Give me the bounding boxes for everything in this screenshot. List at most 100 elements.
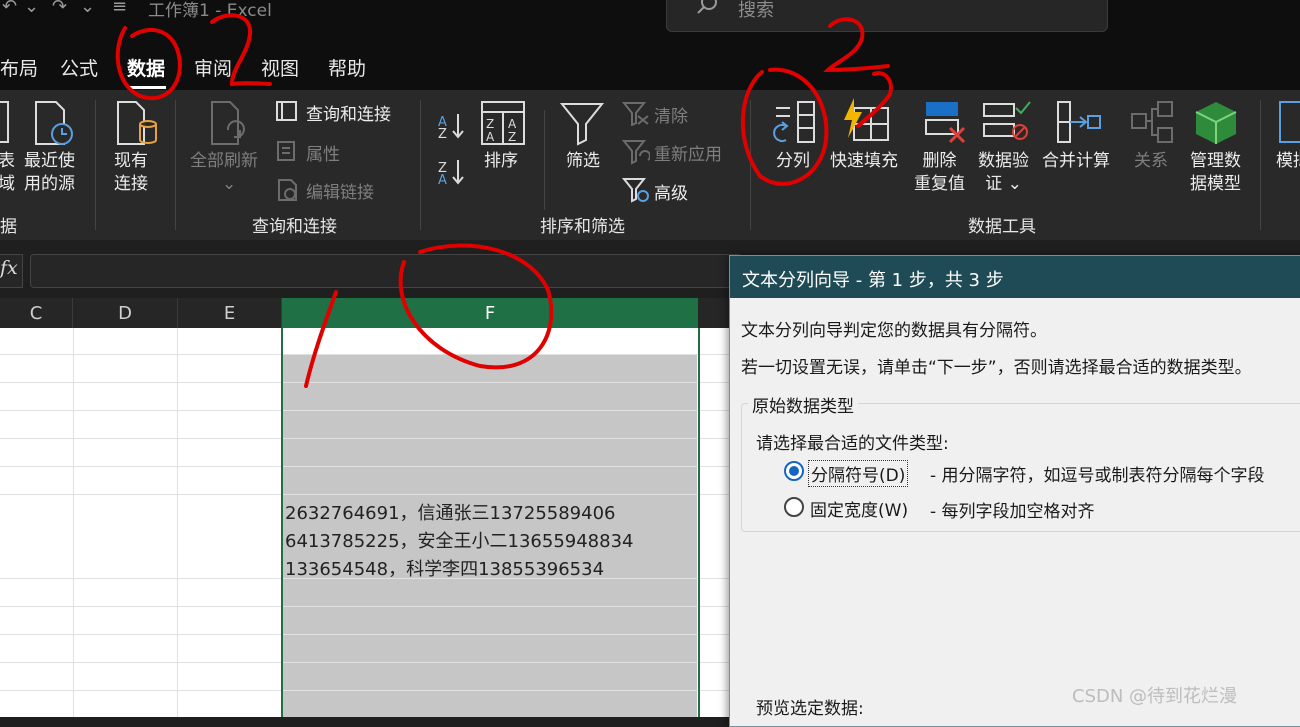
column-header-d[interactable]: D: [73, 298, 178, 328]
refresh-all-icon: [211, 101, 245, 145]
reapply-icon: [622, 140, 650, 165]
document-title: 工作簿1 - Excel: [148, 1, 272, 21]
flash-fill-icon: [844, 98, 889, 141]
redo-icon[interactable]: ↷: [52, 0, 67, 17]
wizard-detected-text: 文本分列向导判定您的数据具有分隔符。: [741, 321, 1047, 341]
group-separator: [544, 110, 545, 210]
search-icon: [697, 0, 717, 14]
cell-f-line-1[interactable]: 2632764691，信通张三13725589406: [285, 499, 616, 525]
advanced-button[interactable]: 高级: [654, 179, 688, 204]
delimited-option-label[interactable]: 分隔符号(D): [808, 460, 909, 487]
from-table-button[interactable]: 表 域: [0, 150, 15, 196]
manage-data-model-icon: [1195, 102, 1237, 144]
clear-filter-icon: [622, 102, 649, 126]
fixed-width-option-label[interactable]: 固定宽度(W): [810, 496, 908, 521]
properties-icon: [277, 141, 295, 161]
consolidate-icon: [1057, 101, 1101, 143]
preview-label: 预览选定数据:: [756, 699, 864, 719]
group-separator: [1260, 100, 1261, 230]
worksheet-grid[interactable]: 2632764691，信通张三13725589406 6413785225，安全…: [0, 328, 730, 717]
existing-connections-icon: [117, 101, 157, 145]
cell-f-line-2[interactable]: 6413785225，安全王小二13655948834: [285, 527, 634, 553]
tab-formulas[interactable]: 公式: [60, 54, 98, 81]
text-to-columns-wizard-dialog: 文本分列向导 - 第 1 步，共 3 步 文本分列向导判定您的数据具有分隔符。 …: [729, 255, 1300, 727]
svg-text:A: A: [438, 173, 447, 188]
recent-sources-icon: [35, 101, 73, 145]
tab-review[interactable]: 审阅: [194, 54, 232, 81]
data-validation-icon: [983, 101, 1031, 140]
svg-text:A: A: [486, 130, 495, 144]
gridline: [73, 328, 74, 717]
reapply-button[interactable]: 重新应用: [654, 140, 722, 165]
group-separator: [175, 100, 176, 230]
remove-duplicates-button[interactable]: 删除 重复值: [914, 150, 965, 196]
group-label-sort-filter: 排序和筛选: [540, 217, 625, 237]
group-separator: [95, 100, 96, 230]
gridline: [177, 328, 178, 717]
tab-view[interactable]: 视图: [261, 54, 299, 81]
clear-button[interactable]: 清除: [654, 102, 688, 127]
undo-icon[interactable]: ↶: [2, 0, 17, 17]
delimited-radio[interactable]: [784, 461, 804, 481]
cell-f-line-3[interactable]: 133654548，科学李四13855396534: [285, 555, 604, 581]
manage-data-model-button[interactable]: 管理数 据模型: [1190, 150, 1241, 196]
dialog-title: 文本分列向导 - 第 1 步，共 3 步: [742, 270, 1004, 291]
choose-file-type-label: 请选择最合适的文件类型:: [756, 434, 949, 454]
svg-text:A: A: [508, 117, 517, 131]
group-label-get-data: 据: [0, 217, 17, 237]
column-header-e[interactable]: E: [178, 298, 282, 328]
relationships-icon: [1131, 101, 1173, 143]
active-tab-indicator: [128, 86, 166, 89]
remove-duplicates-icon: [925, 102, 966, 144]
group-separator: [420, 100, 421, 230]
edit-links-button[interactable]: 编辑链接: [306, 178, 374, 203]
existing-connections-button[interactable]: 现有 连接: [114, 150, 148, 196]
refresh-all-button[interactable]: 全部刷新: [190, 150, 258, 173]
tab-page-layout[interactable]: 布局: [0, 54, 38, 81]
search-box[interactable]: [666, 0, 1108, 32]
recent-sources-button[interactable]: 最近使 用的源: [24, 150, 75, 196]
column-header-c[interactable]: C: [0, 298, 73, 328]
fixed-width-radio[interactable]: [784, 497, 804, 517]
undo-dropdown-icon[interactable]: ⌄: [24, 0, 39, 17]
sort-button[interactable]: 排序: [484, 150, 518, 173]
sort-dialog-icon: Z A A Z: [481, 101, 525, 145]
text-to-columns-button[interactable]: 分列: [776, 150, 810, 173]
edit-links-icon: [278, 179, 297, 201]
fixed-width-description: - 每列字段加空格对齐: [930, 502, 1095, 522]
customize-quick-access-icon[interactable]: ≡: [112, 0, 127, 17]
consolidate-button[interactable]: 合并计算: [1042, 150, 1110, 173]
chevron-down-icon: ⌄: [222, 174, 237, 194]
what-if-analysis-button[interactable]: 模拟: [1276, 150, 1300, 173]
search-placeholder: 搜索: [738, 0, 774, 21]
column-header-f[interactable]: F: [282, 298, 698, 328]
svg-text:Z: Z: [486, 117, 494, 131]
flash-fill-button[interactable]: 快速填充: [830, 150, 898, 173]
advanced-filter-icon: [622, 178, 649, 203]
filter-button[interactable]: 筛选: [566, 150, 600, 173]
group-label-queries: 查询和连接: [252, 217, 337, 237]
text-to-columns-icon: [773, 101, 815, 143]
wizard-instruction-text: 若一切设置无误，请单击“下一步”，否则请选择最合适的数据类型。: [741, 358, 1252, 378]
redo-dropdown-icon[interactable]: ⌄: [80, 0, 95, 17]
sort-ascending-icon: A Z Z A: [438, 114, 464, 188]
properties-button[interactable]: 属性: [306, 140, 340, 165]
insert-function-icon[interactable]: fx: [0, 257, 18, 279]
watermark: CSDN @待到花烂漫: [1072, 686, 1238, 707]
queries-connections-icon: [276, 101, 297, 121]
delimited-description: - 用分隔字符，如逗号或制表符分隔每个字段: [930, 466, 1265, 486]
filter-icon: [560, 103, 605, 146]
tab-help[interactable]: 帮助: [328, 54, 366, 81]
what-if-analysis-icon: [1279, 101, 1300, 143]
data-validation-button[interactable]: 数据验 证 ⌄: [978, 150, 1029, 196]
svg-text:Z: Z: [508, 130, 516, 144]
group-label-data-tools: 数据工具: [968, 217, 1036, 237]
tab-data[interactable]: 数据: [127, 54, 165, 81]
group-separator: [750, 100, 751, 230]
group-title: 原始数据类型: [748, 392, 858, 417]
svg-text:Z: Z: [438, 127, 447, 142]
relationships-button[interactable]: 关系: [1134, 150, 1168, 173]
from-table-icon: [0, 101, 9, 143]
formula-input[interactable]: [30, 254, 742, 288]
queries-connections-button[interactable]: 查询和连接: [306, 100, 391, 125]
